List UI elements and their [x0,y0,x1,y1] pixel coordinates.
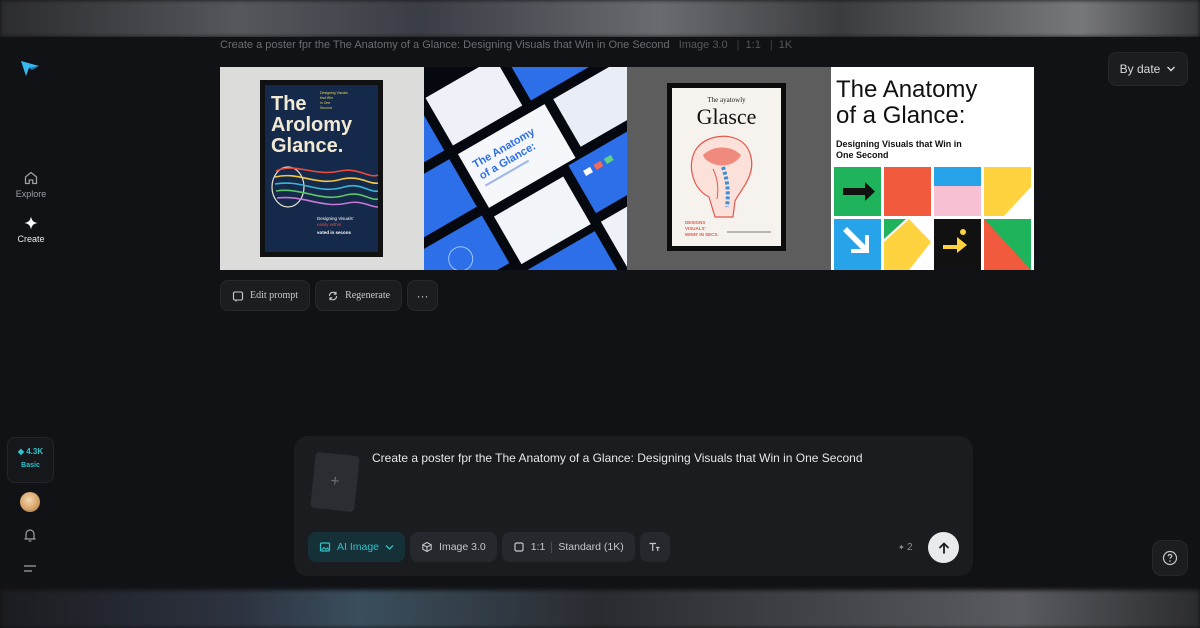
sparkle-icon: ✦ [898,543,907,552]
home-icon [24,171,38,185]
poster-caption: VISUALS' [685,226,706,231]
logo-icon[interactable] [19,57,41,79]
ratio-label: 1:1 [530,541,546,553]
bell-icon[interactable] [22,527,38,543]
poster-footer: easily within [317,222,342,227]
poster-caption: in One [320,101,330,105]
mode-select[interactable]: AI Image [308,532,406,562]
cube-icon [422,541,432,553]
poster-subtitle: Designing Visuals [320,91,348,95]
sidebar: Explore Create ◆ 4.3K Basic [0,37,62,590]
image-icon [319,542,331,552]
model-label: Image 3.0 [439,541,486,553]
regenerate-label: Regenerate [345,290,391,301]
help-button[interactable] [1152,540,1188,576]
poster-footer: voted in secons [317,230,352,235]
poster-subtitle: One Second [836,150,889,160]
poster-title-line: Glance. [271,135,343,157]
poster-caption: DESIGNS [685,220,705,225]
blurred-background-bottom [0,590,1200,628]
sidebar-item-label: Explore [15,189,47,199]
credits-badge[interactable]: ◆ 4.3K Basic [7,437,54,483]
arrow-up-icon [938,542,949,554]
generated-image-1[interactable]: The Arolomy Glance. Designing Visuals th… [220,67,424,270]
mode-label: AI Image [337,541,380,553]
credit-cost: ✦ 2 [898,542,913,553]
poster-title-line: The ayatowly [707,96,746,104]
poster-title-line: Arolomy [271,114,353,136]
sparkle-icon [24,216,38,230]
poster-caption: Second [320,106,332,110]
poster-title-line: of a Glance: [836,102,965,129]
prompt-resolution: 1K [778,39,793,51]
poster-title-line: Glasce [697,104,757,129]
prompt-input[interactable]: Create a poster fpr the The Anatomy of a… [372,451,863,465]
sidebar-item-label: Create [17,234,45,244]
credits-amount: ◆ 4.3K [17,447,44,456]
generate-button[interactable] [928,532,959,563]
more-options-button[interactable]: ··· [407,280,439,311]
poster-caption: WINN' IN SECS. [685,232,719,237]
poster-caption: that Win [320,96,333,100]
poster-subtitle: Designing Visuals that Win in [836,139,962,149]
sort-label: By date [1119,62,1161,76]
regenerate-button[interactable]: Regenerate [315,280,403,311]
menu-icon[interactable] [23,563,37,575]
app-window: Explore Create ◆ 4.3K Basic Create a pos… [0,37,1200,590]
upload-reference-button[interactable]: + [310,451,360,513]
prompt-composer: + Create a poster fpr the The Anatomy of… [294,436,973,576]
generated-image-2[interactable]: The Anatomy of a Glance: [423,67,627,270]
refresh-icon [329,291,338,300]
generated-image-grid: The Arolomy Glance. Designing Visuals th… [220,67,1034,270]
plus-icon: + [329,472,341,491]
sidebar-item-explore[interactable]: Explore [6,170,56,199]
prompt-text: Create a poster fpr the The Anatomy of a… [220,39,670,51]
sort-by-date-button[interactable]: By date [1108,52,1188,86]
square-icon [514,542,524,552]
poster-title-line: The Anatomy [836,76,977,103]
blurred-background-top [0,0,1200,37]
edit-prompt-label: Edit prompt [250,290,299,301]
prompt-ratio: 1:1 [745,39,761,51]
size-select[interactable]: 1:1 Standard (1K) [501,532,635,562]
plan-tier: Basic [21,462,40,469]
avatar[interactable] [20,492,40,512]
quality-label: Standard (1K) [558,541,624,553]
chevron-down-icon [385,544,394,550]
composer-options: AI Image Image 3.0 1:1 Standard (1K) [308,532,670,562]
help-icon [1162,550,1178,566]
more-icon: ··· [416,288,429,303]
model-select[interactable]: Image 3.0 [410,532,497,562]
generation-prompt-header: Create a poster fpr the The Anatomy of a… [220,39,793,51]
image-actions: Edit prompt Regenerate ··· [220,280,439,311]
text-settings-button[interactable] [639,532,670,562]
poster-footer: Designing Visuals' [317,216,354,221]
sidebar-item-create[interactable]: Create [6,215,56,244]
chevron-down-icon [1167,66,1176,72]
generated-image-3[interactable]: The ayatowly Glasce DESIGNS VISUALS' WIN… [627,67,831,270]
edit-prompt-button[interactable]: Edit prompt [220,280,311,311]
edit-icon [232,290,244,301]
prompt-model: Image 3.0 [678,39,728,51]
divider [551,541,553,553]
generated-image-4[interactable]: The Anatomy of a Glance: Designing Visua… [830,67,1034,270]
text-settings-icon [649,542,660,551]
poster-title-line: The [271,93,307,115]
